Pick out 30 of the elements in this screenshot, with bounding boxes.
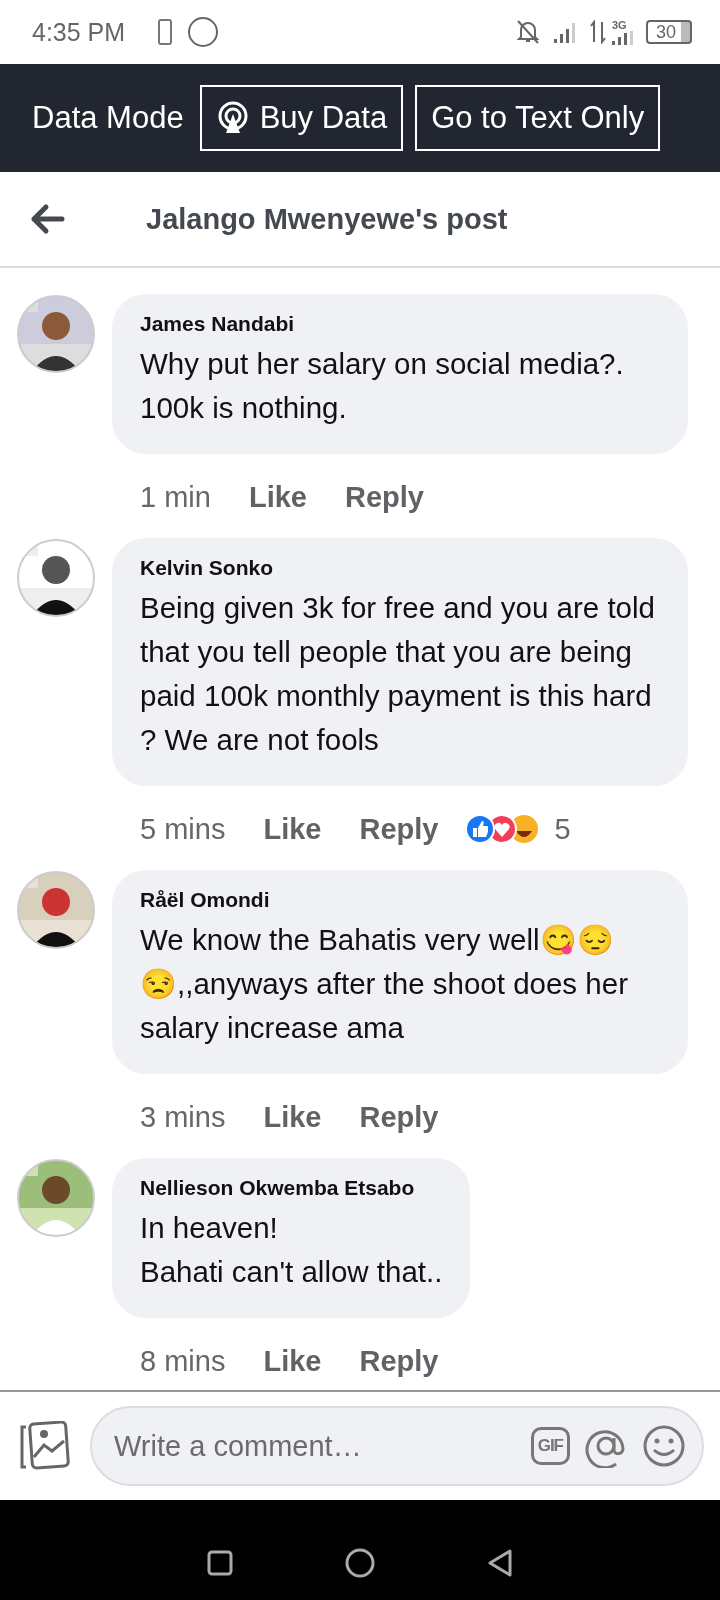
- comment-text: Why put her salary on social media?. 100k is nothing.: [140, 346, 625, 426]
- reply-link[interactable]: Reply: [344, 480, 424, 514]
- network-type: 3G: [611, 19, 627, 31]
- clock-time: 4:35 PM: [32, 17, 126, 47]
- like-link[interactable]: Like: [263, 1100, 322, 1134]
- commenter-name[interactable]: Kelvin Sonko: [140, 556, 660, 580]
- like-link[interactable]: Like: [263, 812, 322, 846]
- commenter-name[interactable]: Råël Omondi: [140, 888, 660, 912]
- commenter-name[interactable]: Nellieson Okwemba Etsabo: [140, 1176, 443, 1200]
- comment-time: 5 mins: [140, 812, 226, 846]
- comment-text: Being given 3k for free and you are told that you tell people that you are being paid 100k monthly payment is this hard ? We are not fools: [140, 590, 656, 758]
- commenter-name[interactable]: James Nandabi: [140, 312, 660, 336]
- like-link[interactable]: Like: [248, 480, 307, 514]
- comment-text: We know the Bahatis very well😋😔😒,,anyways after the shoot does her salary increase ama: [140, 922, 629, 1046]
- comment-input-field[interactable]: Write a comment… GIF: [90, 1406, 704, 1486]
- reply-link[interactable]: Reply: [359, 1344, 439, 1378]
- reply-link[interactable]: Reply: [359, 812, 439, 846]
- comment-text: In heaven! Bahati can't allow that..: [140, 1210, 443, 1290]
- like-link[interactable]: Like: [263, 1344, 322, 1378]
- post-title: Jalango Mwenyewe's post: [146, 202, 508, 236]
- buy-data-button[interactable]: Buy Data: [199, 85, 404, 151]
- data-mode-label: Data Mode: [32, 100, 184, 136]
- comment-time: 8 mins: [140, 1344, 226, 1378]
- comment-time: 3 mins: [140, 1100, 226, 1134]
- reaction-count: 5: [554, 812, 571, 846]
- battery-level: 30: [645, 20, 692, 44]
- comment-time: 1 min: [140, 480, 211, 514]
- reply-link[interactable]: Reply: [359, 1100, 439, 1134]
- text-only-button[interactable]: Go to Text Only: [415, 85, 661, 151]
- gif-button[interactable]: GIF: [530, 1427, 570, 1465]
